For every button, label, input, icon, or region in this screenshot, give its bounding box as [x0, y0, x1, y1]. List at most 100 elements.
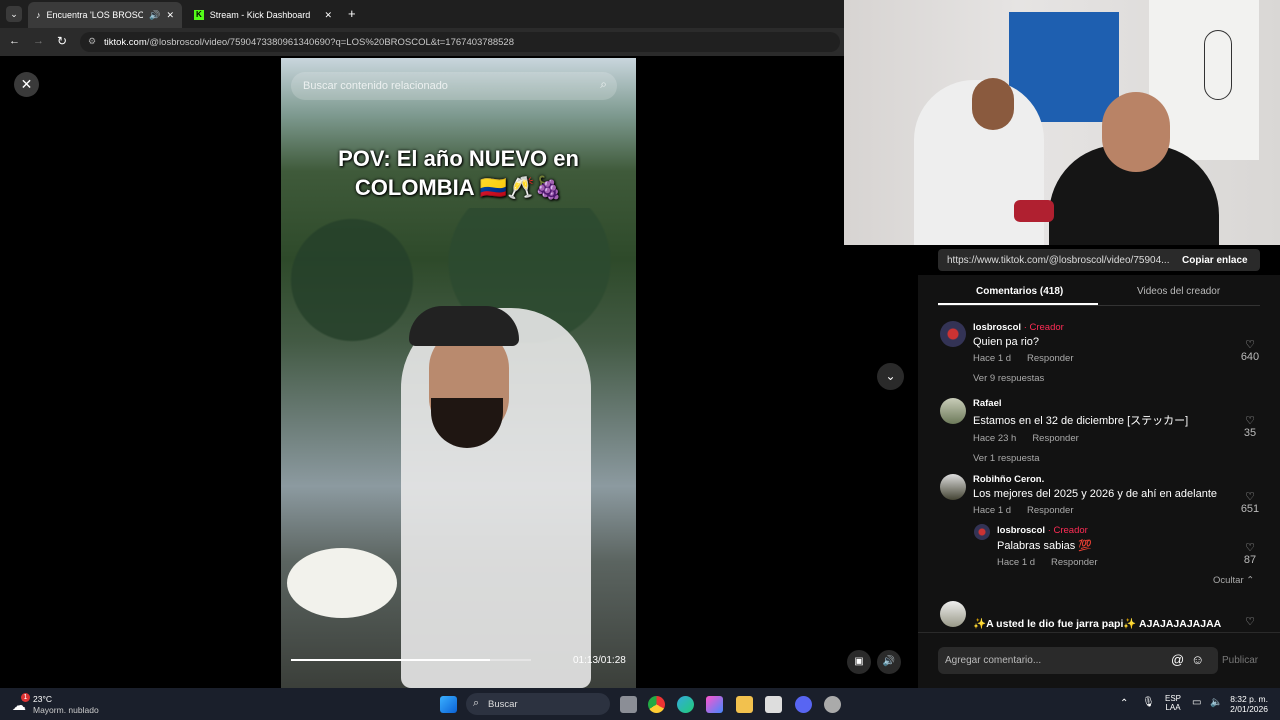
tab-kick[interactable]: K Stream - Kick Dashboard ✕: [186, 2, 340, 28]
speaker-icon[interactable]: 🔊: [149, 10, 160, 21]
comment-user[interactable]: Rafael: [973, 398, 1233, 409]
avatar[interactable]: [974, 524, 990, 540]
edge-icon[interactable]: [677, 696, 694, 713]
man-cap: [409, 306, 519, 346]
progress-fill: [291, 659, 491, 661]
person-right-head: [1102, 92, 1170, 172]
like-button[interactable]: ♡ 87: [1238, 541, 1262, 566]
weather-desc: Mayorm. nublado: [33, 705, 99, 715]
avatar[interactable]: [940, 321, 966, 347]
search-icon[interactable]: ⌕: [600, 77, 607, 92]
tabs-divider: [938, 305, 1260, 306]
start-icon[interactable]: [440, 696, 457, 713]
webcam-overlay: [844, 0, 1280, 245]
clock[interactable]: 8:32 p. m. 2/01/2026: [1228, 694, 1268, 714]
new-tab-button[interactable]: +: [348, 6, 356, 21]
tray-chevron-icon[interactable]: ⌃: [1120, 698, 1128, 709]
progress-track[interactable]: [291, 659, 531, 661]
store-icon[interactable]: [765, 696, 782, 713]
forward-icon[interactable]: →: [33, 35, 44, 47]
url-path: /@losbroscol/video/7590473380961340690?q…: [146, 36, 514, 48]
comment-item: Rafael Estamos en el 32 de diciembre [ステ…: [973, 398, 1233, 464]
reply-button[interactable]: Responder: [1051, 557, 1097, 568]
publish-button[interactable]: Publicar: [1222, 655, 1258, 666]
comment-item: losbroscol · Creador Quien pa rio? Hace …: [973, 322, 1233, 384]
close-tab-icon[interactable]: ✕: [166, 10, 174, 21]
site-info-icon[interactable]: ⚙: [88, 36, 96, 47]
volume-button[interactable]: 🔊: [877, 650, 901, 674]
plate: [287, 548, 397, 618]
next-video-button[interactable]: ⌄: [877, 363, 904, 390]
share-row: https://www.tiktok.com/@losbroscol/video…: [938, 249, 1260, 271]
video-player[interactable]: Buscar contenido relacionado ⌕ POV: El a…: [281, 58, 636, 688]
creator-badge: · Creador: [1047, 525, 1088, 536]
share-link: https://www.tiktok.com/@losbroscol/video…: [947, 254, 1170, 266]
notification-badge: 1: [21, 693, 30, 702]
view-replies-button[interactable]: Ver 1 respuesta: [973, 453, 1233, 464]
wolf-art-icon: [1204, 30, 1232, 100]
copy-link-button[interactable]: Copiar enlace: [1174, 255, 1248, 266]
comment-user[interactable]: losbroscol: [973, 322, 1021, 333]
heart-icon: ♡: [1245, 339, 1255, 351]
tab-creator-videos[interactable]: Videos del creador: [1137, 286, 1220, 297]
video-caption: POV: El año NUEVO en COLOMBIA 🇨🇴🥂🍇: [338, 146, 579, 200]
composer-divider: [918, 632, 1280, 633]
comment-text: Quien pa rio?: [973, 336, 1040, 348]
url-bar[interactable]: ⚙ tiktok.com /@losbroscol/video/75904733…: [80, 32, 840, 52]
reply-button[interactable]: Responder: [1032, 433, 1078, 444]
taskbar-search[interactable]: ⌕ Buscar: [466, 693, 610, 715]
kick-icon: K: [194, 10, 204, 20]
tiktok-icon: ♪: [36, 10, 41, 20]
url-host: tiktok.com: [104, 36, 147, 48]
heart-icon: ♡: [1245, 616, 1255, 628]
reply-button[interactable]: Responder: [1027, 353, 1073, 364]
hide-replies-button[interactable]: Ocultar ⌃: [1213, 575, 1254, 586]
file-explorer-icon[interactable]: [736, 696, 753, 713]
video-time: 01:13/01:28: [573, 655, 626, 666]
like-button[interactable]: ♡: [1238, 615, 1262, 628]
volume-icon[interactable]: 🔈: [1210, 697, 1222, 708]
tab-tiktok[interactable]: ♪ Encuentra 'LOS BROSCOL' e 🔊 ✕: [28, 2, 182, 28]
reload-icon[interactable]: ↻: [57, 34, 67, 48]
comment-user[interactable]: Robihño Ceron.: [973, 474, 1233, 485]
comment-user[interactable]: losbroscol: [997, 525, 1045, 536]
discord-icon[interactable]: [795, 696, 812, 713]
chrome-icon[interactable]: [648, 696, 665, 713]
person-left-head: [972, 78, 1014, 130]
creator-badge: · Creador: [1023, 322, 1064, 333]
miniplayer-button[interactable]: ▣: [847, 650, 871, 674]
reply-button[interactable]: Responder: [1027, 505, 1073, 516]
close-video-button[interactable]: ✕: [14, 72, 39, 97]
network-icon[interactable]: ▭: [1192, 697, 1201, 708]
like-button[interactable]: ♡ 35: [1238, 414, 1262, 439]
back-icon[interactable]: ←: [9, 35, 20, 47]
mention-icon[interactable]: @: [1171, 652, 1184, 667]
close-tab-icon[interactable]: ✕: [324, 10, 332, 21]
comment-input[interactable]: Agregar comentario... @ ☺: [938, 647, 1218, 674]
like-button[interactable]: ♡ 651: [1238, 490, 1262, 515]
app-icon[interactable]: [824, 696, 841, 713]
taskbar: ☁ 1 23°C Mayorm. nublado ⌕ Buscar ⌃ 🎙 ES…: [0, 688, 1280, 720]
avatar[interactable]: [940, 601, 966, 627]
tab-comments[interactable]: Comentarios (418): [976, 286, 1063, 297]
tab-list-icon[interactable]: ⌄: [6, 6, 22, 22]
comment-text: Los mejores del 2025 y 2026 y de ahí en …: [973, 488, 1218, 500]
weather-temp: 23°C: [33, 694, 52, 704]
heart-icon: ♡: [1245, 491, 1255, 503]
avatar[interactable]: [940, 398, 966, 424]
address-toolbar: ← → ↻ ⚙ tiktok.com /@losbroscol/video/75…: [0, 28, 844, 56]
related-search-input[interactable]: Buscar contenido relacionado ⌕: [291, 72, 617, 100]
reply-item: losbroscol · Creador Palabras sabias 💯 H…: [997, 525, 1227, 568]
mic-icon[interactable]: 🎙: [1142, 697, 1155, 708]
like-button[interactable]: ♡ 640: [1238, 338, 1262, 363]
task-view-icon[interactable]: [620, 696, 637, 713]
comment-text: Palabras sabias 💯: [997, 540, 1093, 552]
copilot-icon[interactable]: [706, 696, 723, 713]
lang-indicator[interactable]: ESP LAA: [1165, 694, 1181, 712]
emoji-icon[interactable]: ☺: [1191, 652, 1204, 667]
view-replies-button[interactable]: Ver 9 respuestas: [973, 373, 1233, 384]
comment-text: ✨A usted le dio fue jarra papi✨ AJAJAJAJ…: [973, 618, 1222, 630]
heart-icon: ♡: [1245, 415, 1255, 427]
search-icon: ⌕: [473, 697, 480, 709]
avatar[interactable]: [940, 474, 966, 500]
